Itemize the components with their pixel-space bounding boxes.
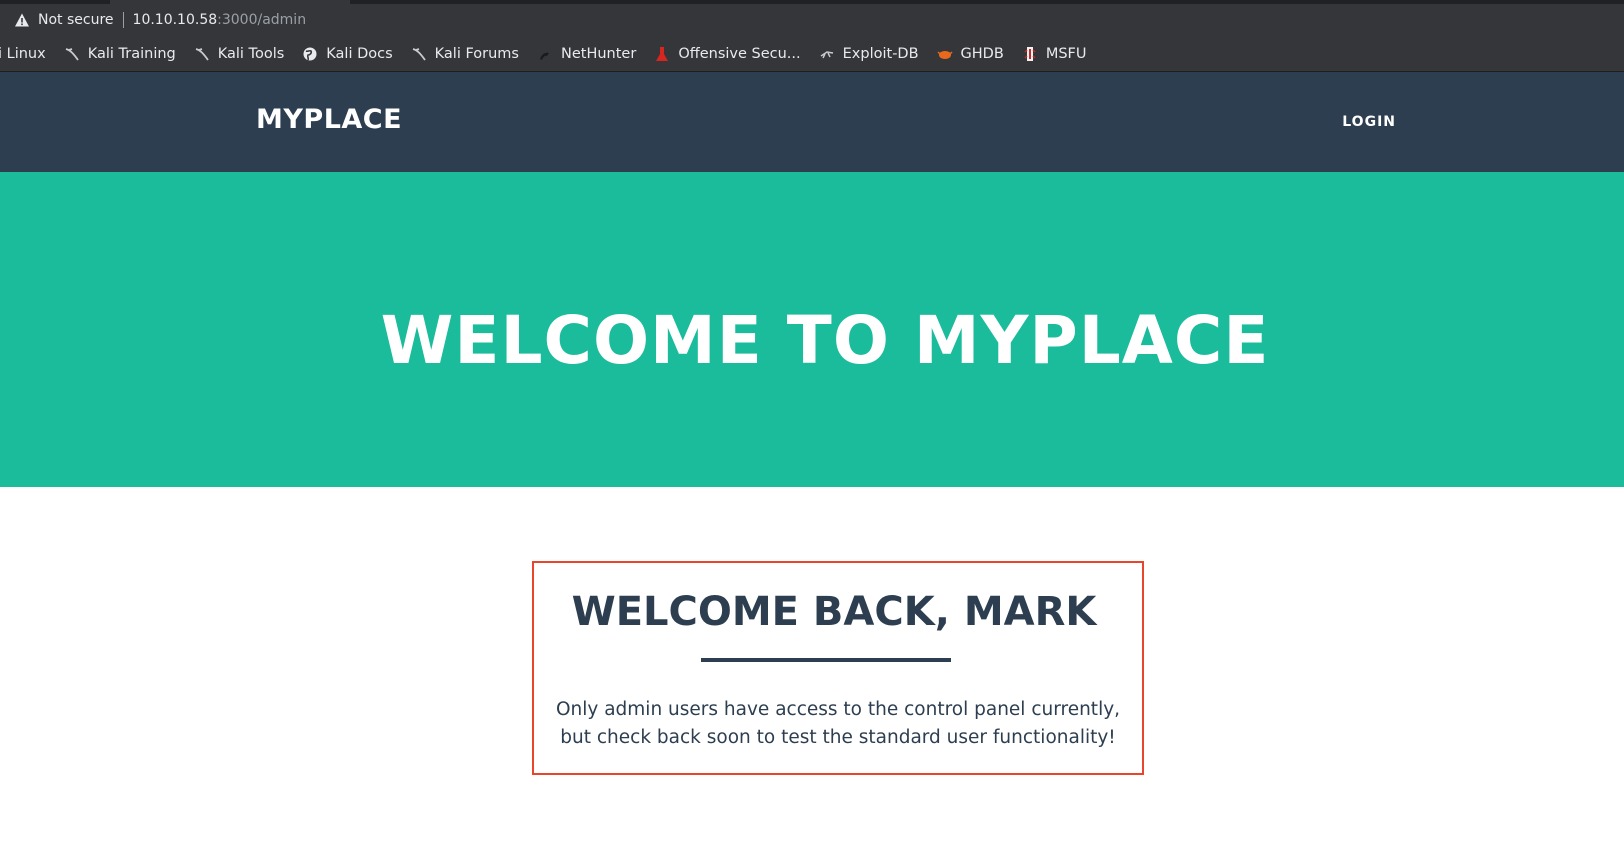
bookmark-ghdb[interactable]: GHDB (937, 46, 1004, 62)
bookmark-label: MSFU (1045, 45, 1087, 62)
address-divider (122, 12, 124, 28)
bookmark-label: NetHunter (561, 45, 637, 62)
login-link[interactable]: LOGIN (1342, 114, 1396, 130)
bookmark-kali-training[interactable]: Kali Training (64, 46, 176, 62)
security-label[interactable]: Not secure (38, 12, 114, 28)
kali-dragon-icon (411, 46, 427, 62)
welcome-message: Only admin users have access to the cont… (555, 699, 1121, 748)
hero-title: WELCOME TO MYPLACE (380, 302, 1270, 379)
address-bar[interactable]: Not secure 10.10.10.58:3000/admin (0, 4, 1624, 36)
title-divider (701, 658, 951, 662)
ghdb-icon (937, 46, 953, 62)
bookmark-label: Kali Training (87, 45, 176, 62)
site-navbar: MYPLACE LOGIN (0, 72, 1624, 172)
hero-banner: WELCOME TO MYPLACE (0, 172, 1624, 487)
bookmark-exploit-db[interactable]: Exploit-DB (819, 46, 919, 62)
globe-icon (302, 46, 318, 62)
bookmark-label: Kali Forums (434, 45, 519, 62)
welcome-title: WELCOME BACK, MARK (571, 589, 1097, 635)
bookmark-offensive-security[interactable]: Offensive Secu... (654, 45, 801, 62)
brand-logo[interactable]: MYPLACE (256, 104, 402, 135)
offsec-icon (654, 46, 670, 62)
warning-icon[interactable] (14, 12, 30, 28)
nethunter-icon (537, 46, 553, 62)
bookmark-kali-docs[interactable]: Kali Docs (302, 45, 393, 62)
kali-dragon-icon (194, 46, 210, 62)
msfu-icon (1022, 46, 1038, 62)
bookmark-label: GHDB (960, 45, 1004, 62)
bookmarks-bar: i Linux Kali Training Kali Tools Kali Do… (0, 36, 1624, 72)
bookmark-kali-tools[interactable]: Kali Tools (194, 45, 285, 62)
bookmark-label: Kali Docs (326, 45, 393, 62)
welcome-panel: WELCOME BACK, MARK Only admin users have… (532, 561, 1144, 775)
exploit-db-icon (819, 46, 835, 62)
bookmark-label: Kali Tools (217, 45, 285, 62)
url-path[interactable]: :3000/admin (217, 12, 306, 28)
bookmark-label: i Linux (0, 45, 46, 62)
bookmark-label: Offensive Secu... (678, 45, 801, 62)
url-host[interactable]: 10.10.10.58 (133, 12, 218, 28)
kali-dragon-icon (64, 46, 80, 62)
bookmark-msfu[interactable]: MSFU (1022, 45, 1087, 62)
bookmark-kali-forums[interactable]: Kali Forums (411, 46, 519, 62)
bookmark-label: Exploit-DB (842, 45, 919, 62)
bookmark-kali-linux[interactable]: i Linux (0, 46, 46, 62)
bookmark-nethunter[interactable]: NetHunter (537, 46, 636, 62)
